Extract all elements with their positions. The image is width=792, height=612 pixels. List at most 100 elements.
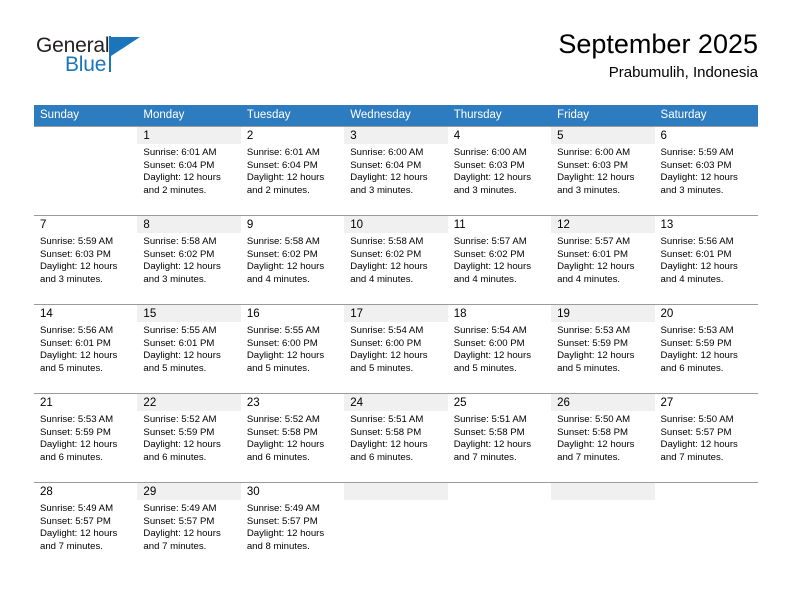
calendar-day-cell[interactable]: 22 Sunrise: 5:52 AM Sunset: 5:59 PM Dayligh… [137,393,241,482]
daylight-text-line1: Daylight: 12 hours [557,261,635,273]
daylight-text-line1: Daylight: 12 hours [40,439,118,451]
calendar-page: General Blue September 2025 Prabumulih, … [0,0,792,612]
calendar-day-cell[interactable]: 8 Sunrise: 5:58 AM Sunset: 6:02 PM Daylight… [137,215,241,304]
daylight-text-line2: and 2 minutes. [143,184,207,196]
calendar-day-cell[interactable] [344,482,448,571]
calendar-day-cell[interactable]: 25 Sunrise: 5:51 AM Sunset: 5:58 PM Dayligh… [447,393,552,482]
daylight-text-line1: Daylight: 12 hours [453,350,532,362]
sunrise-text: Sunrise: 5:59 AM [660,147,734,158]
daylight-text-line2: and 7 minutes. [660,451,724,463]
day-detail: Sunrise: 6:00 AM Sunset: 6:04 PM Daylight:… [344,144,447,197]
calendar-day-cell[interactable]: 27 Sunrise: 5:50 AM Sunset: 5:57 PM Dayligh… [654,393,758,482]
calendar-day-cell[interactable]: 11 Sunrise: 5:57 AM Sunset: 6:02 PM Dayligh… [447,215,552,304]
day-detail: Sunrise: 6:00 AM Sunset: 6:03 PM Daylight:… [551,144,654,197]
weekday-header-tuesday: Tuesday [240,105,345,126]
weekday-header-monday: Monday [137,105,241,126]
general-blue-logo: General Blue [34,34,154,86]
calendar-day-cell[interactable]: 29 Sunrise: 5:49 AM Sunset: 5:57 PM Dayligh… [137,482,241,571]
sunrise-text: Sunrise: 5:58 AM [143,236,217,247]
sunrise-text: Sunrise: 5:58 AM [246,236,320,247]
sunrise-text: Sunrise: 5:54 AM [453,325,527,336]
daylight-text-line1: Daylight: 12 hours [246,172,325,184]
calendar-day-cell[interactable]: 28 Sunrise: 5:49 AM Sunset: 5:57 PM Dayligh… [34,482,138,571]
sunset-text: Sunset: 5:58 PM [246,426,318,438]
calendar-day-cell[interactable]: 9 Sunrise: 5:58 AM Sunset: 6:02 PM Daylight… [240,215,345,304]
sunset-text: Sunset: 5:59 PM [143,426,215,438]
calendar-day-cell[interactable]: 16 Sunrise: 5:55 AM Sunset: 6:00 PM Dayligh… [240,304,345,393]
sunrise-text: Sunrise: 5:49 AM [40,503,114,514]
calendar-day-cell[interactable]: 15 Sunrise: 5:55 AM Sunset: 6:01 PM Dayligh… [137,304,241,393]
daylight-text-line1: Daylight: 12 hours [660,261,738,273]
day-detail [448,500,551,503]
day-detail: Sunrise: 5:53 AM Sunset: 5:59 PM Daylight:… [655,322,758,375]
sunrise-text: Sunrise: 5:55 AM [143,325,217,336]
daylight-text-line1: Daylight: 12 hours [557,350,635,362]
daylight-text-line2: and 3 minutes. [143,273,207,285]
day-detail: Sunrise: 5:58 AM Sunset: 6:02 PM Daylight:… [137,233,240,286]
calendar-day-cell[interactable]: 30 Sunrise: 5:49 AM Sunset: 5:57 PM Dayligh… [240,482,345,571]
sunrise-text: Sunrise: 5:52 AM [246,414,320,425]
day-number: 26 [551,394,655,411]
sunset-text: Sunset: 5:59 PM [40,426,111,438]
daylight-text-line1: Daylight: 12 hours [246,261,325,273]
day-number: 7 [40,219,47,231]
calendar-day-cell[interactable]: 1 Sunrise: 6:01 AM Sunset: 6:04 PM Daylight… [137,126,241,215]
day-detail: Sunrise: 5:55 AM Sunset: 6:01 PM Daylight:… [137,322,240,375]
calendar-day-cell[interactable]: 4 Sunrise: 6:00 AM Sunset: 6:03 PM Daylight… [447,126,552,215]
daylight-text-line1: Daylight: 12 hours [660,350,738,362]
sunrise-text: Sunrise: 5:50 AM [660,414,734,425]
daylight-text-line2: and 6 minutes. [660,362,724,374]
daylight-text-line1: Daylight: 12 hours [246,528,325,540]
calendar-week-row: 21 Sunrise: 5:53 AM Sunset: 5:59 PM Dayligh… [34,393,758,482]
daylight-text-line1: Daylight: 12 hours [40,261,118,273]
calendar-day-cell[interactable]: 26 Sunrise: 5:50 AM Sunset: 5:58 PM Dayligh… [551,393,655,482]
day-number: 19 [551,305,655,322]
sunset-text: Sunset: 6:03 PM [557,159,629,171]
calendar-day-cell[interactable]: 23 Sunrise: 5:52 AM Sunset: 5:58 PM Dayligh… [240,393,345,482]
daylight-text-line1: Daylight: 12 hours [453,172,532,184]
day-detail [655,500,758,503]
calendar-day-cell[interactable]: 2 Sunrise: 6:01 AM Sunset: 6:04 PM Daylight… [240,126,345,215]
calendar-day-cell[interactable]: 5 Sunrise: 6:00 AM Sunset: 6:03 PM Daylight… [551,126,655,215]
daylight-text-line2: and 3 minutes. [660,184,724,196]
calendar-day-cell[interactable]: 10 Sunrise: 5:58 AM Sunset: 6:02 PM Dayligh… [344,215,448,304]
sunrise-text: Sunrise: 5:52 AM [143,414,217,425]
sunrise-text: Sunrise: 5:54 AM [350,325,424,336]
weekday-header-sunday: Sunday [34,105,138,126]
calendar-day-cell[interactable]: 12 Sunrise: 5:57 AM Sunset: 6:01 PM Dayligh… [551,215,655,304]
daylight-text-line2: and 5 minutes. [350,362,414,374]
day-detail: Sunrise: 5:50 AM Sunset: 5:57 PM Daylight:… [655,411,758,464]
sunset-text: Sunset: 6:03 PM [660,159,732,171]
calendar-week-row: 14 Sunrise: 5:56 AM Sunset: 6:01 PM Dayligh… [34,304,758,393]
calendar-day-cell[interactable] [654,482,758,571]
calendar-day-cell[interactable]: 21 Sunrise: 5:53 AM Sunset: 5:59 PM Dayligh… [34,393,138,482]
calendar-day-cell[interactable]: 20 Sunrise: 5:53 AM Sunset: 5:59 PM Dayligh… [654,304,758,393]
calendar-day-cell[interactable]: 24 Sunrise: 5:51 AM Sunset: 5:58 PM Dayligh… [344,393,448,482]
calendar-day-cell[interactable]: 18 Sunrise: 5:54 AM Sunset: 6:00 PM Dayligh… [447,304,552,393]
calendar-day-cell[interactable] [34,126,138,215]
calendar-day-cell[interactable] [447,482,552,571]
day-detail: Sunrise: 5:59 AM Sunset: 6:03 PM Daylight:… [655,144,758,197]
daylight-text-line2: and 3 minutes. [40,273,103,285]
calendar-week-row: 7 Sunrise: 5:59 AM Sunset: 6:03 PM Daylight… [34,215,758,304]
calendar-day-cell[interactable]: 14 Sunrise: 5:56 AM Sunset: 6:01 PM Dayligh… [34,304,138,393]
weekday-header-thursday: Thursday [447,105,552,126]
calendar-day-cell[interactable]: 19 Sunrise: 5:53 AM Sunset: 5:59 PM Dayligh… [551,304,655,393]
sunset-text: Sunset: 5:59 PM [660,337,732,349]
calendar-day-cell[interactable] [551,482,655,571]
triangle-icon [111,37,140,56]
calendar-day-cell[interactable]: 7 Sunrise: 5:59 AM Sunset: 6:03 PM Daylight… [34,215,138,304]
calendar-day-cell[interactable]: 13 Sunrise: 5:56 AM Sunset: 6:01 PM Dayligh… [654,215,758,304]
sunrise-text: Sunrise: 6:00 AM [350,147,424,158]
calendar-day-cell[interactable]: 3 Sunrise: 6:00 AM Sunset: 6:04 PM Daylight… [344,126,448,215]
calendar-day-cell[interactable]: 17 Sunrise: 5:54 AM Sunset: 6:00 PM Dayligh… [344,304,448,393]
sunrise-text: Sunrise: 5:51 AM [350,414,424,425]
sunrise-text: Sunrise: 5:49 AM [143,503,217,514]
daylight-text-line2: and 6 minutes. [246,451,310,463]
calendar-week-row: 28 Sunrise: 5:49 AM Sunset: 5:57 PM Dayligh… [34,482,758,571]
day-number: 16 [246,308,260,320]
title-block: September 2025 Prabumulih, Indonesia [558,28,758,83]
daylight-text-line2: and 3 minutes. [350,184,414,196]
calendar-day-cell[interactable]: 6 Sunrise: 5:59 AM Sunset: 6:03 PM Daylight… [654,126,758,215]
sunset-text: Sunset: 6:00 PM [453,337,525,349]
